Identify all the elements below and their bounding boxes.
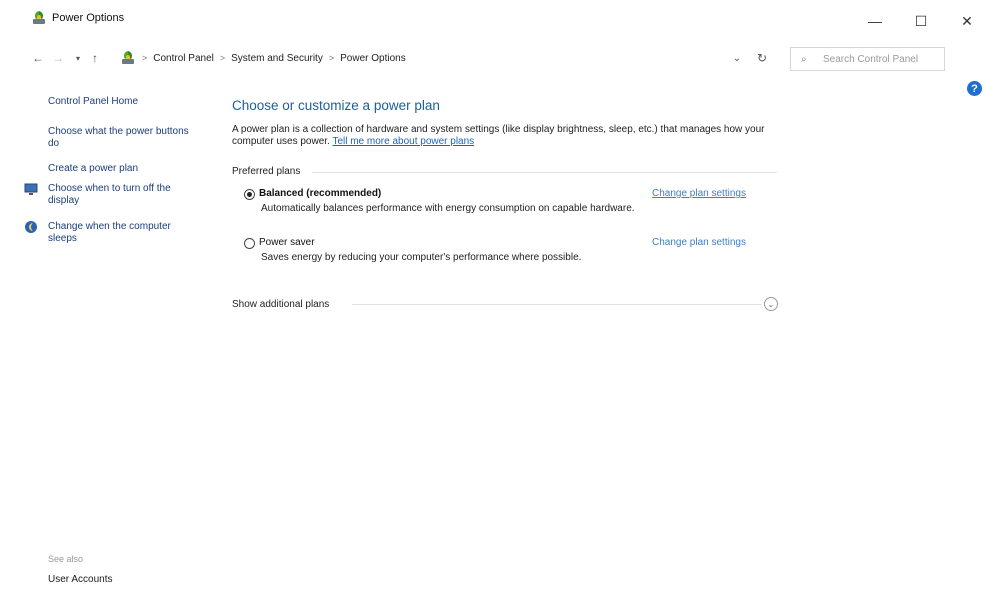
close-button[interactable]: ✕ [944, 6, 986, 36]
address-dropdown-chevron-icon[interactable]: ⌄ [727, 47, 747, 69]
tell-me-more-link[interactable]: Tell me more about power plans [332, 136, 474, 147]
breadcrumb-control-panel[interactable]: Control Panel [153, 53, 214, 64]
breadcrumb-separator-icon: > [219, 53, 226, 63]
see-also-heading: See also [48, 554, 84, 564]
sidebar-item-user-accounts[interactable]: User Accounts [48, 574, 112, 585]
plan-name-power-saver[interactable]: Power saver [259, 237, 315, 248]
breadcrumb-separator-icon: > [328, 53, 335, 63]
balanced-radio[interactable] [244, 189, 255, 200]
sleep-moon-icon [25, 221, 37, 233]
power-saver-radio[interactable] [244, 238, 255, 249]
plan-description-balanced: Automatically balances performance with … [261, 203, 635, 214]
preferred-plans-heading: Preferred plans [232, 166, 301, 177]
display-monitor-icon [24, 183, 38, 195]
page-description: A power plan is a collection of hardware… [232, 124, 782, 148]
plan-description-power-saver: Saves energy by reducing your computer's… [261, 252, 582, 263]
sidebar-item-computer-sleeps[interactable]: Change when the computer sleeps [48, 221, 198, 245]
sidebar-item-turn-off-display[interactable]: Choose when to turn off the display [48, 183, 198, 207]
additional-plans-divider [352, 304, 762, 305]
maximize-button[interactable]: ☐ [898, 6, 944, 36]
window-title: Power Options [52, 12, 125, 24]
back-arrow-icon[interactable]: ← [29, 48, 47, 68]
sidebar: Control Panel Home Choose what the power… [0, 74, 210, 601]
expand-chevron-icon[interactable]: ⌄ [764, 297, 778, 311]
main-content: Choose or customize a power plan A power… [232, 74, 792, 601]
plan-name-balanced[interactable]: Balanced (recommended) [259, 188, 381, 199]
search-input[interactable] [823, 53, 943, 65]
address-bar[interactable]: > Control Panel > System and Security > … [117, 47, 777, 69]
power-options-app-icon [33, 11, 45, 24]
up-arrow-icon[interactable]: ↑ [86, 48, 104, 68]
control-panel-icon [122, 51, 134, 64]
breadcrumb-power-options[interactable]: Power Options [340, 53, 406, 64]
breadcrumb-system-and-security[interactable]: System and Security [231, 53, 323, 64]
page-title: Choose or customize a power plan [232, 98, 440, 113]
help-icon[interactable]: ? [967, 81, 982, 96]
address-row: ← → ▾ ↑ > Control Panel > System and Sec… [0, 42, 986, 74]
minimize-button[interactable]: — [852, 6, 898, 36]
sidebar-item-power-buttons[interactable]: Choose what the power buttons do [48, 126, 198, 150]
sidebar-control-panel-home[interactable]: Control Panel Home [48, 96, 138, 107]
sidebar-item-create-plan[interactable]: Create a power plan [48, 163, 198, 175]
section-divider [312, 172, 777, 173]
breadcrumb-separator-icon: > [142, 53, 148, 63]
search-icon: ⌕ [801, 53, 807, 65]
recent-locations-chevron-icon[interactable]: ▾ [69, 48, 87, 68]
description-text: A power plan is a collection of hardware… [232, 124, 765, 147]
refresh-icon[interactable]: ↻ [752, 47, 772, 69]
change-plan-settings-power-saver[interactable]: Change plan settings [652, 237, 746, 248]
forward-arrow-icon[interactable]: → [49, 48, 67, 68]
change-plan-settings-balanced[interactable]: Change plan settings [652, 188, 746, 199]
title-bar: Power Options — ☐ ✕ [0, 0, 986, 42]
search-box[interactable]: ⌕ [790, 47, 945, 71]
show-additional-plans[interactable]: Show additional plans [232, 299, 329, 310]
